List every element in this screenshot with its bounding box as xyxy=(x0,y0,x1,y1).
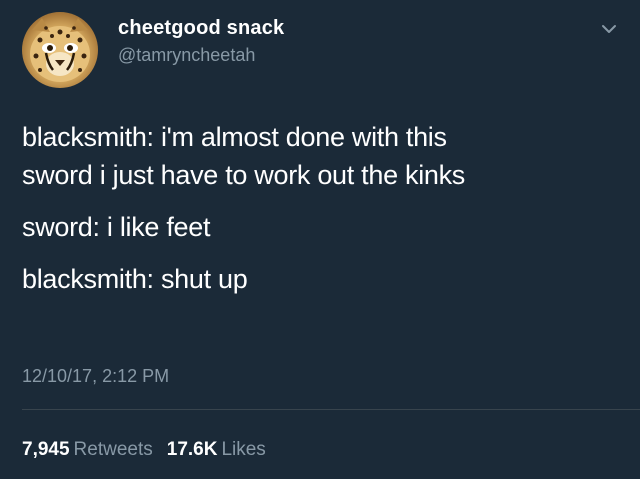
tweet-line: blacksmith: i'm almost done with this xyxy=(22,122,447,152)
tweet-stats: 7,945 Retweets 17.6K Likes xyxy=(22,438,280,462)
avatar[interactable] xyxy=(22,12,98,88)
chevron-down-icon[interactable] xyxy=(600,20,618,38)
tweet-line: sword: i like feet xyxy=(22,212,211,242)
tweet-header: cheetgood snack @tamryncheetah xyxy=(22,12,618,88)
display-name[interactable]: cheetgood snack xyxy=(118,15,284,41)
tweet-line: blacksmith: shut up xyxy=(22,264,248,294)
cheetah-avatar-icon xyxy=(30,18,90,82)
tweet-timestamp[interactable]: 12/10/17, 2:12 PM xyxy=(22,364,169,388)
likes-label[interactable]: Likes xyxy=(221,439,265,460)
retweets-label[interactable]: Retweets xyxy=(74,439,153,460)
user-names: cheetgood snack @tamryncheetah xyxy=(118,15,284,67)
tweet-line: sword i just have to work out the kinks xyxy=(22,160,466,190)
divider xyxy=(22,409,640,410)
tweet-text: blacksmith: i'm almost done with this sw… xyxy=(22,118,622,298)
retweets-count[interactable]: 7,945 xyxy=(22,439,70,460)
likes-count[interactable]: 17.6K xyxy=(167,439,218,460)
user-handle[interactable]: @tamryncheetah xyxy=(118,43,284,67)
